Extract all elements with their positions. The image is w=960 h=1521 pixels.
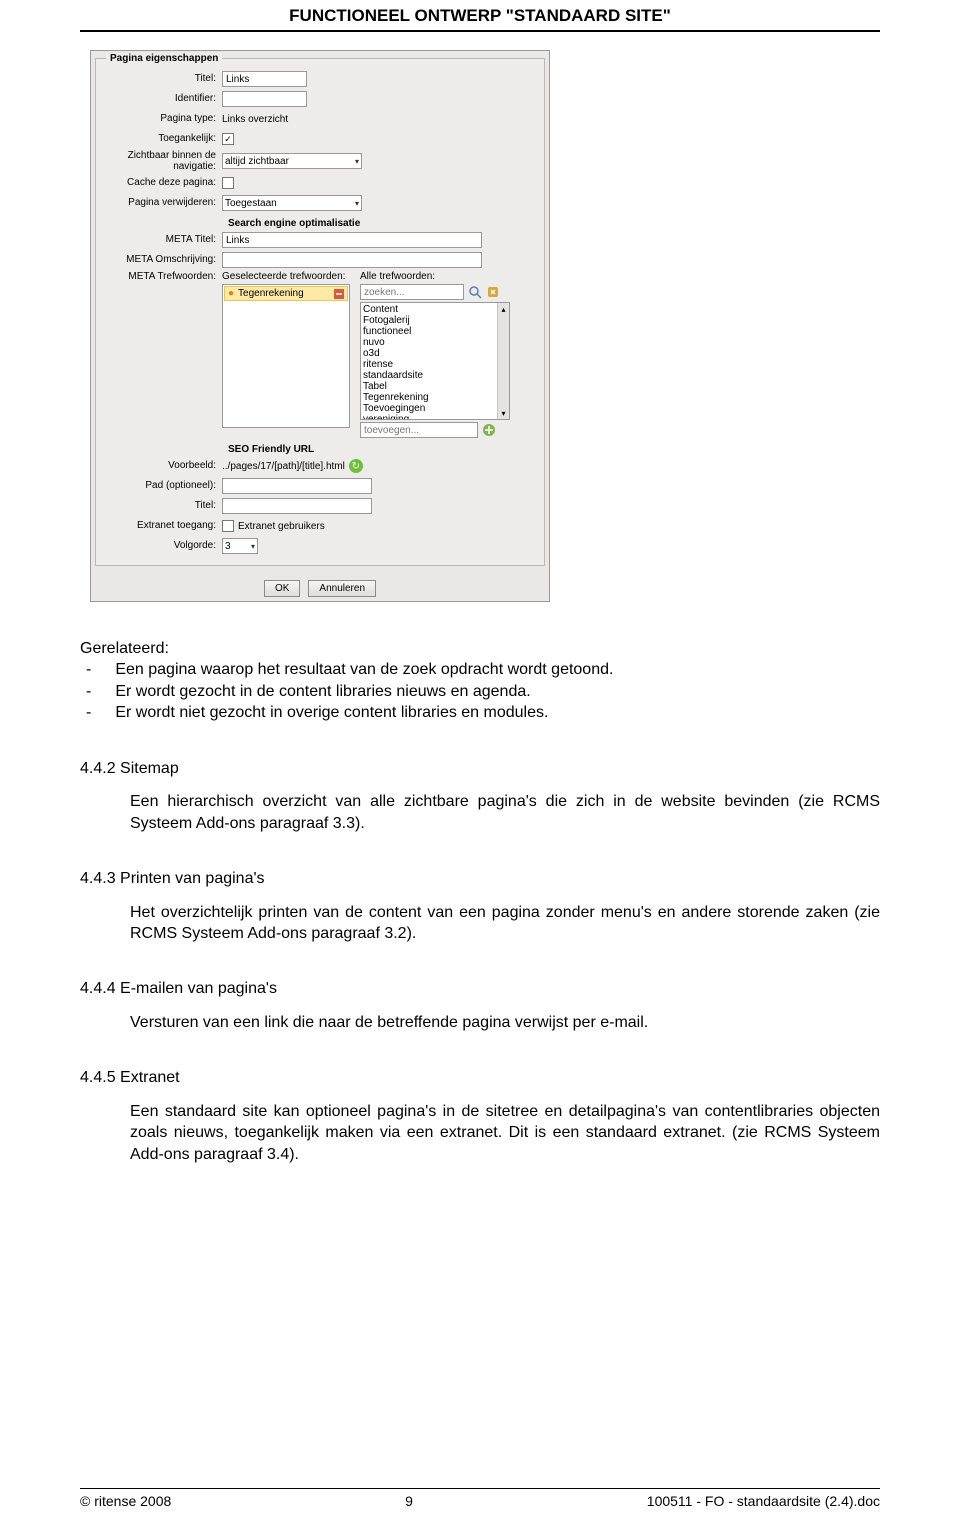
refresh-icon[interactable]: ↻ — [349, 459, 363, 473]
related-heading: Gerelateerd: — [80, 638, 880, 659]
select-volgorde[interactable]: 3 ▾ — [222, 538, 258, 554]
scroll-up-icon[interactable]: ▴ — [497, 303, 509, 315]
kw-all-heading: Alle trefwoorden: — [360, 271, 510, 282]
input-titel2[interactable] — [222, 498, 372, 514]
related-item: - Er wordt niet gezocht in overige conte… — [80, 702, 880, 723]
input-meta-titel[interactable] — [222, 232, 482, 248]
scroll-down-icon[interactable]: ▾ — [497, 407, 509, 419]
label-volgorde: Volgorde: — [102, 540, 222, 552]
kw-selected-item[interactable]: ●Tegenrekening — [224, 286, 348, 301]
scrollbar-track[interactable] — [497, 315, 509, 407]
kw-list-item[interactable]: vereniging — [363, 414, 493, 420]
kw-selected-list[interactable]: ●Tegenrekening — [222, 284, 350, 428]
remove-keyword-icon[interactable] — [334, 289, 344, 299]
label-identifier: Identifier: — [102, 93, 222, 105]
label-cache: Cache deze pagina: — [102, 177, 222, 189]
section-heading: 4.4.5 Extranet — [80, 1067, 880, 1088]
kw-list-item[interactable]: functioneel — [363, 326, 493, 337]
related-item: - Een pagina waarop het resultaat van de… — [80, 659, 880, 680]
select-verwijderen[interactable]: Toegestaan ▾ — [222, 195, 362, 211]
kw-list-item[interactable]: Content — [363, 304, 493, 315]
kw-list-item[interactable]: Tegenrekening — [363, 392, 493, 403]
value-paginatype: Links overzicht — [222, 114, 538, 125]
seo-section-heading: Search engine optimalisatie — [228, 218, 538, 229]
label-meta-titel: META Titel: — [102, 234, 222, 246]
add-keyword-icon[interactable] — [482, 423, 496, 437]
related-item-text: Er wordt gezocht in de content libraries… — [115, 681, 530, 702]
chevron-down-icon: ▾ — [355, 157, 359, 166]
input-titel[interactable] — [222, 71, 307, 87]
label-zichtbaar: Zichtbaar binnen de navigatie: — [102, 150, 222, 172]
document-page: FUNCTIONEEL ONTWERP "STANDAARD SITE" Pag… — [0, 0, 960, 1521]
kw-all-list[interactable]: ▴ ▾ Content Fotogalerij functioneel nuvo… — [360, 302, 510, 420]
section-body: Het overzichtelijk printen van de conten… — [80, 902, 880, 945]
kw-list-item[interactable]: Fotogalerij — [363, 315, 493, 326]
kw-add-input[interactable] — [360, 422, 478, 438]
footer-left: © ritense 2008 — [80, 1493, 171, 1509]
label-meta-trefwoorden: META Trefwoorden: — [102, 271, 222, 283]
select-zichtbaar[interactable]: altijd zichtbaar ▾ — [222, 153, 362, 169]
select-volgorde-value: 3 — [225, 541, 231, 552]
body-text: Gerelateerd: - Een pagina waarop het res… — [80, 638, 880, 1165]
bullet-dash: - — [86, 702, 91, 723]
kw-list-item[interactable]: Tabel — [363, 381, 493, 392]
page-properties-dialog: Pagina eigenschappen Titel: Identifier: … — [90, 50, 550, 602]
kw-selected-heading: Geselecteerde trefwoorden: — [222, 271, 350, 282]
label-titel: Titel: — [102, 73, 222, 85]
fieldset-legend: Pagina eigenschappen — [106, 53, 222, 64]
header-rule — [80, 30, 880, 32]
related-item: - Er wordt gezocht in de content librari… — [80, 681, 880, 702]
chevron-down-icon: ▾ — [251, 542, 255, 551]
label-titel2: Titel: — [102, 500, 222, 512]
section-body: Een standaard site kan optioneel pagina'… — [80, 1101, 880, 1165]
section-body: Een hierarchisch overzicht van alle zich… — [80, 791, 880, 834]
select-verwijderen-value: Toegestaan — [225, 198, 277, 209]
label-voorbeeld: Voorbeeld: — [102, 460, 222, 472]
cancel-button[interactable]: Annuleren — [308, 580, 376, 597]
label-meta-omschrijving: META Omschrijving: — [102, 254, 222, 266]
kw-list-item[interactable]: o3d — [363, 348, 493, 359]
bullet-dash: - — [86, 659, 91, 680]
extranet-checkbox-label: Extranet gebruikers — [238, 521, 325, 532]
input-identifier[interactable] — [222, 91, 307, 107]
label-toegankelijk: Toegankelijk: — [102, 133, 222, 145]
kw-list-item[interactable]: nuvo — [363, 337, 493, 348]
page-header-title: FUNCTIONEEL ONTWERP "STANDAARD SITE" — [80, 0, 880, 30]
related-item-text: Een pagina waarop het resultaat van de z… — [115, 659, 613, 680]
input-pad[interactable] — [222, 478, 372, 494]
footer-rule — [80, 1488, 880, 1489]
input-meta-omschrijving[interactable] — [222, 252, 482, 268]
select-zichtbaar-value: altijd zichtbaar — [225, 156, 289, 167]
label-verwijderen: Pagina verwijderen: — [102, 197, 222, 209]
checkbox-extranet[interactable] — [222, 520, 234, 532]
kw-list-item[interactable]: Toevoegingen — [363, 403, 493, 414]
related-item-text: Er wordt niet gezocht in overige content… — [115, 702, 548, 723]
page-footer: © ritense 2008 9 100511 - FO - standaard… — [80, 1488, 880, 1509]
ok-button[interactable]: OK — [264, 580, 300, 597]
seo-url-heading: SEO Friendly URL — [228, 444, 538, 455]
chevron-down-icon: ▾ — [355, 199, 359, 208]
checkbox-toegankelijk[interactable]: ✓ — [222, 133, 234, 145]
section-body: Versturen van een link die naar de betre… — [80, 1012, 880, 1033]
bullet-dash: - — [86, 681, 91, 702]
search-icon[interactable] — [468, 285, 482, 299]
label-pad: Pad (optioneel): — [102, 480, 222, 492]
footer-right: 100511 - FO - standaardsite (2.4).doc — [647, 1493, 880, 1509]
label-paginatype: Pagina type: — [102, 113, 222, 125]
footer-page-number: 9 — [405, 1493, 413, 1509]
section-heading: 4.4.3 Printen van pagina's — [80, 868, 880, 889]
label-extranet: Extranet toegang: — [102, 520, 222, 532]
clear-search-icon[interactable] — [486, 285, 500, 299]
section-heading: 4.4.4 E-mailen van pagina's — [80, 978, 880, 999]
checkbox-cache[interactable] — [222, 177, 234, 189]
kw-list-item[interactable]: standaardsite — [363, 370, 493, 381]
dialog-button-bar: OK Annuleren — [91, 574, 549, 601]
section-heading: 4.4.2 Sitemap — [80, 758, 880, 779]
kw-list-item[interactable]: ritense — [363, 359, 493, 370]
kw-search-input[interactable] — [360, 284, 464, 300]
value-voorbeeld: ../pages/17/[path]/[title].html — [222, 461, 345, 472]
kw-selected-item-label: Tegenrekening — [238, 288, 304, 299]
